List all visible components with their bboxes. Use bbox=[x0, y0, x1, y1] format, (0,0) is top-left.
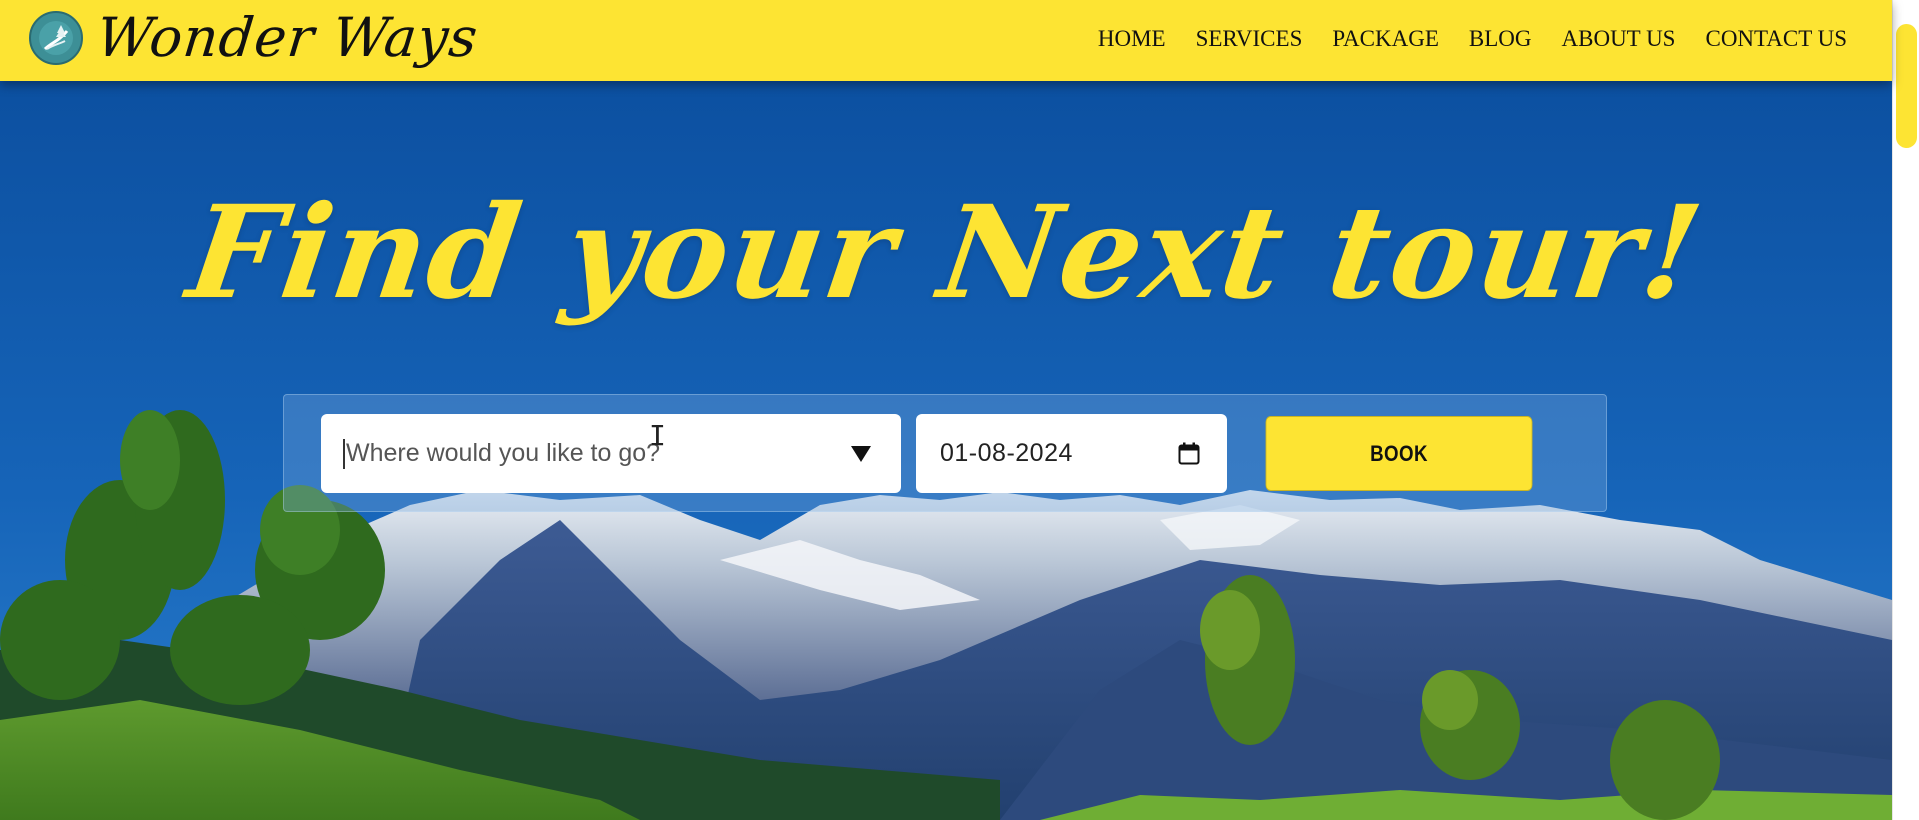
hero-headline: Find your Next tour! bbox=[179, 178, 1713, 328]
page: Wonder Ways HOME SERVICES PACKAGE BLOG A… bbox=[0, 0, 1919, 820]
destination-placeholder: Where would you like to go? bbox=[346, 439, 661, 467]
scrollbar-thumb[interactable] bbox=[1896, 24, 1917, 148]
tree-road-logo-icon bbox=[29, 11, 83, 65]
travel-date-input[interactable]: 01-08-2024 bbox=[916, 414, 1227, 493]
brand-name: Wonder Ways bbox=[93, 6, 482, 69]
main-nav: HOME SERVICES PACKAGE BLOG ABOUT US CONT… bbox=[1068, 26, 1847, 52]
travel-date-value: 01-08-2024 bbox=[940, 439, 1073, 467]
chevron-down-icon[interactable] bbox=[851, 446, 871, 462]
nav-item-package[interactable]: PACKAGE bbox=[1332, 26, 1439, 52]
brand-logo[interactable]: Wonder Ways bbox=[29, 6, 482, 69]
site-header: Wonder Ways HOME SERVICES PACKAGE BLOG A… bbox=[0, 0, 1892, 81]
nav-item-services[interactable]: SERVICES bbox=[1196, 26, 1303, 52]
book-button[interactable]: BOOK bbox=[1265, 416, 1533, 491]
booking-search-panel: Where would you like to go? I 01-08-2024… bbox=[283, 394, 1607, 512]
destination-select[interactable]: Where would you like to go? bbox=[321, 414, 901, 493]
page-scrollbar[interactable] bbox=[1892, 0, 1919, 820]
ibeam-cursor-icon: I bbox=[649, 419, 666, 452]
nav-item-contact-us[interactable]: CONTACT US bbox=[1705, 26, 1847, 52]
nav-item-about-us[interactable]: ABOUT US bbox=[1562, 26, 1676, 52]
nav-item-home[interactable]: HOME bbox=[1098, 26, 1166, 52]
text-caret bbox=[343, 438, 345, 469]
calendar-icon[interactable] bbox=[1178, 442, 1200, 465]
nav-item-blog[interactable]: BLOG bbox=[1469, 26, 1532, 52]
